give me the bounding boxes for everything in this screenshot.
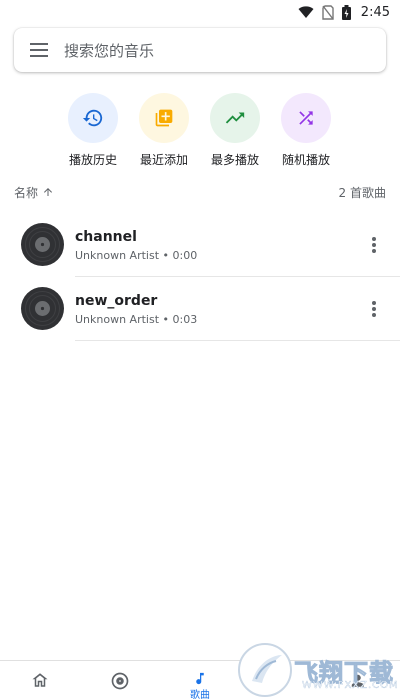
song-count: 2 首歌曲 bbox=[338, 185, 386, 200]
song-subtitle: Unknown Artist • 0:03 bbox=[75, 313, 198, 326]
nav-home[interactable] bbox=[20, 671, 60, 700]
wifi-icon bbox=[298, 6, 314, 18]
more-options-button[interactable] bbox=[362, 297, 386, 321]
quick-action-history[interactable]: 播放历史 bbox=[57, 93, 129, 168]
song-row[interactable]: channel Unknown Artist • 0:00 bbox=[0, 213, 400, 277]
music-note-icon bbox=[196, 672, 204, 685]
library-add-icon bbox=[155, 109, 173, 127]
watermark-logo-icon bbox=[238, 643, 292, 697]
song-list: channel Unknown Artist • 0:00 new_order … bbox=[0, 213, 400, 341]
quick-action-label: 最多播放 bbox=[210, 153, 259, 167]
song-title: channel bbox=[75, 229, 137, 245]
no-sim-icon bbox=[322, 4, 334, 20]
status-bar: 2:45 bbox=[0, 0, 400, 24]
divider bbox=[75, 340, 400, 341]
song-title: new_order bbox=[75, 293, 158, 309]
home-icon bbox=[32, 673, 48, 687]
quick-action-recently-added[interactable]: 最近添加 bbox=[128, 93, 200, 168]
battery-icon bbox=[341, 4, 351, 20]
watermark-sub: WWW.FXXZ.COM bbox=[302, 680, 399, 691]
quick-action-label: 播放历史 bbox=[68, 153, 117, 167]
menu-icon bbox=[30, 43, 48, 57]
history-icon bbox=[82, 109, 103, 127]
list-header: 名称 2 首歌曲 bbox=[14, 182, 386, 202]
album-icon bbox=[111, 672, 129, 690]
shuffle-icon bbox=[299, 111, 313, 125]
sort-label: 名称 bbox=[14, 185, 39, 200]
status-time: 2:45 bbox=[360, 4, 390, 20]
trending-up-icon bbox=[225, 112, 245, 124]
nav-albums[interactable] bbox=[100, 671, 140, 700]
search-bar[interactable]: 搜索您的音乐 bbox=[14, 28, 386, 72]
song-row[interactable]: new_order Unknown Artist • 0:03 bbox=[0, 277, 400, 341]
recently-added-circle bbox=[139, 93, 189, 143]
nav-songs-label: 歌曲 bbox=[190, 690, 210, 700]
menu-button[interactable] bbox=[14, 28, 64, 72]
vinyl-record-icon bbox=[21, 287, 64, 330]
arrow-up-icon bbox=[44, 188, 53, 196]
more-options-button[interactable] bbox=[362, 233, 386, 257]
quick-action-label: 最近添加 bbox=[139, 153, 188, 167]
most-played-circle bbox=[210, 93, 260, 143]
more-vert-icon bbox=[372, 301, 376, 317]
quick-action-label: 随机播放 bbox=[281, 153, 330, 167]
song-subtitle: Unknown Artist • 0:00 bbox=[75, 249, 198, 262]
vinyl-record-icon bbox=[21, 223, 64, 266]
quick-action-shuffle[interactable]: 随机播放 bbox=[270, 93, 342, 168]
shuffle-circle bbox=[281, 93, 331, 143]
search-input[interactable]: 搜索您的音乐 bbox=[64, 40, 154, 61]
history-circle bbox=[68, 93, 118, 143]
nav-songs[interactable]: 歌曲 bbox=[180, 671, 220, 700]
sort-button[interactable]: 名称 bbox=[14, 184, 54, 201]
quick-action-most-played[interactable]: 最多播放 bbox=[199, 93, 271, 168]
more-vert-icon bbox=[372, 237, 376, 253]
watermark: 飞翔下载 WWW.FXXZ.COM bbox=[236, 640, 400, 700]
